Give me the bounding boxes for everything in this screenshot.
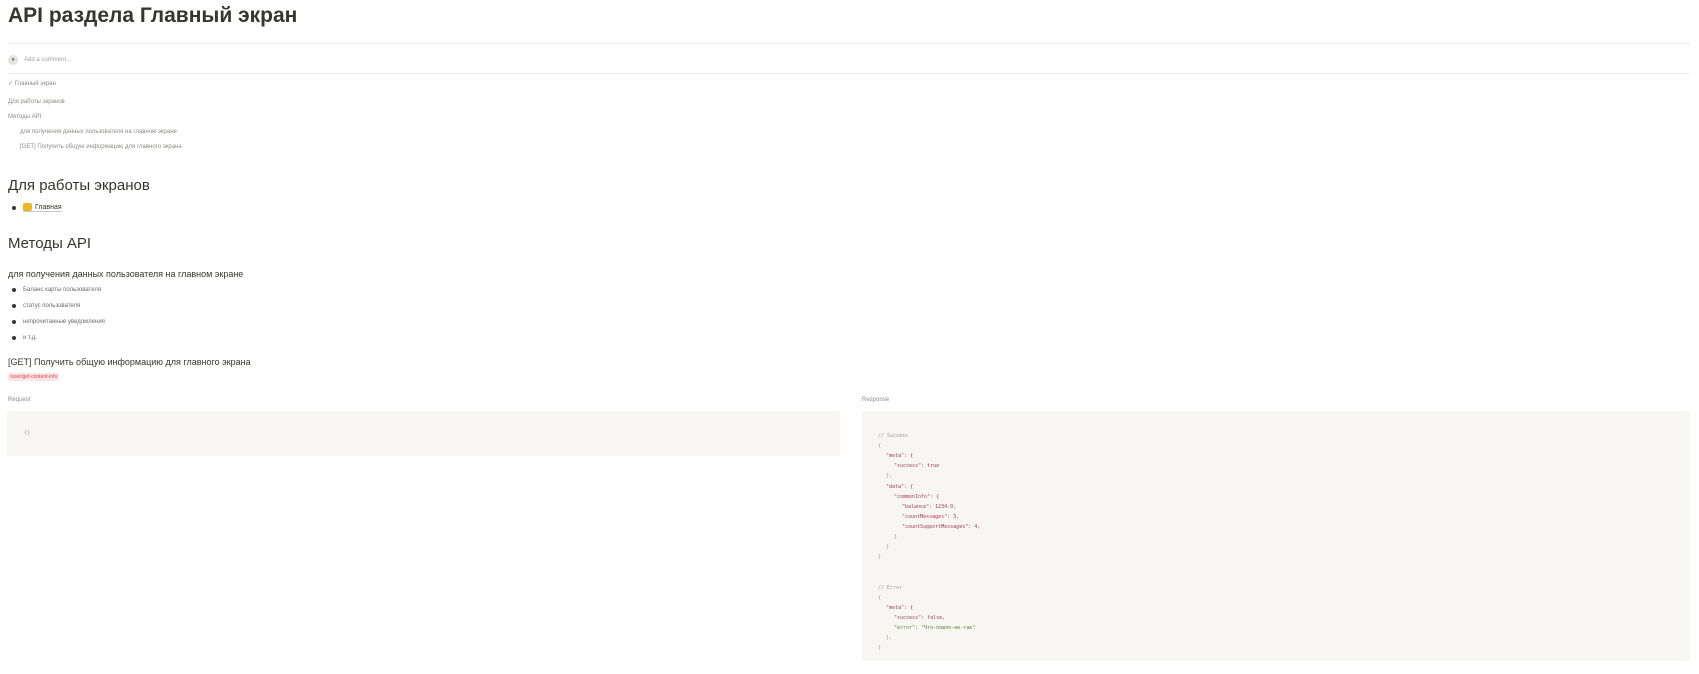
request-code-block[interactable]: {}: [7, 411, 840, 456]
api-methods-heading: Методы API: [8, 235, 92, 252]
bullet-icon: [12, 288, 16, 292]
list-item: Баланс карты пользователя: [12, 287, 101, 293]
code-line: }: [886, 544, 890, 551]
code-line: {}: [24, 430, 31, 436]
toc-item-screens[interactable]: Для работы экранов: [8, 99, 65, 105]
list-item: и т.д.: [12, 335, 37, 341]
divider: [8, 43, 1690, 44]
screens-heading: Для работы экранов: [8, 177, 150, 194]
comment-input[interactable]: Add a comment...: [24, 57, 71, 63]
bullet-icon: [12, 205, 16, 210]
code-line: "meta": {: [886, 604, 914, 611]
code-line: }: [878, 645, 882, 652]
check-icon: ✓: [8, 81, 14, 87]
bullet-icon: [12, 304, 16, 308]
comment-row[interactable]: ● Add a comment...: [8, 52, 71, 68]
method-title: [GET] Получить общую информацию для глав…: [8, 357, 251, 367]
code-line: "success": true: [894, 463, 940, 470]
code-line: // Success: [878, 433, 909, 439]
toc-item-user-data[interactable]: для получения данных пользователя на гла…: [20, 129, 177, 135]
folder-icon: [23, 203, 32, 211]
response-code-block[interactable]: // Success { "meta": { "success": true}, "da…: [862, 411, 1690, 661]
person-icon: ●: [8, 55, 18, 65]
response-label: Response: [862, 397, 890, 403]
user-data-subheading: для получения данных пользователя на гла…: [8, 269, 244, 279]
endpoint-badge: /user/get-content-info: [8, 373, 60, 381]
code-line: "balance": 1234.0,: [902, 503, 957, 510]
bullet-icon: [12, 320, 16, 324]
divider: [8, 73, 1690, 74]
page-link-main[interactable]: Главная: [23, 203, 62, 212]
code-line: "commonInfo": {: [894, 493, 940, 500]
code-line: },: [886, 635, 893, 641]
code-line: },: [886, 473, 893, 480]
list-item: статус пользователя: [12, 303, 80, 309]
code-line: "countSupportMessages": 4,: [902, 523, 981, 530]
list-item: непрочитанные уведомления: [12, 319, 105, 325]
code-line: }: [894, 534, 898, 540]
bullet-icon: [12, 336, 16, 340]
page: API раздела Главный экран ● Add a commen…: [0, 0, 1699, 674]
page-title: API раздела Главный экран: [8, 4, 298, 27]
toc-item-get-info[interactable]: [GET] Получить общую информацию для глав…: [20, 144, 182, 150]
toc-item-api-methods[interactable]: Методы API: [8, 114, 41, 120]
code-line: // Error: [878, 584, 903, 591]
code-line: }: [878, 554, 882, 561]
code-line: "meta": {: [886, 453, 914, 460]
code-line: "error": "Что-пошло-не-так": [894, 624, 976, 631]
list-item: Главная: [12, 203, 62, 212]
request-label: Request: [8, 397, 31, 403]
code-line: "countMessages": 3,: [902, 513, 960, 520]
code-line: "data": {: [886, 483, 914, 490]
code-line: {: [878, 443, 882, 450]
toc-item-main-screen[interactable]: ✓ Главный экран: [8, 80, 56, 87]
code-line: "success": false,: [894, 614, 946, 621]
code-line: {: [878, 594, 882, 601]
